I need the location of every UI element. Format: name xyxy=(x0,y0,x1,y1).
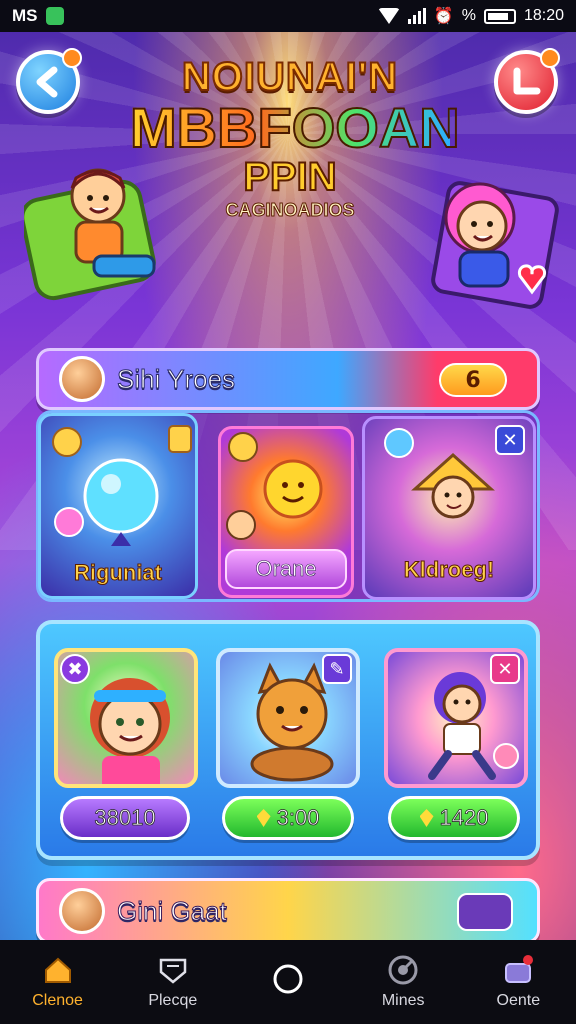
price-value: 38010 xyxy=(94,805,156,831)
cards-icon[interactable] xyxy=(457,893,513,931)
nav-item-mines[interactable]: Mines xyxy=(353,954,453,1010)
close-icon xyxy=(513,67,541,95)
nav-label: Plecqe xyxy=(148,992,198,1009)
section-title: Gini Gaat xyxy=(117,895,228,926)
tile-label: Kldroeg! xyxy=(403,557,495,583)
back-button[interactable] xyxy=(16,48,82,114)
section-title: Sihi Yroes xyxy=(116,363,236,394)
section-header-games[interactable]: Gini Gaat xyxy=(36,878,540,944)
nav-label: Clenoe xyxy=(32,992,83,1009)
status-bar: MS ⏰ % 18:20 xyxy=(0,0,576,32)
home-icon xyxy=(44,957,71,983)
gem-icon xyxy=(256,809,271,827)
gift-icon xyxy=(505,955,534,983)
nav-item-shield[interactable]: Plecqe xyxy=(123,954,223,1010)
logo-line-2: MBBFOOAN xyxy=(129,96,461,159)
featured-tile-3[interactable]: ✕ Kldroeg! xyxy=(362,416,536,600)
target-icon xyxy=(388,955,418,985)
featured-tile-1[interactable]: Riguniat xyxy=(38,413,198,599)
back-arrow-icon xyxy=(36,66,58,98)
game-logo: NOIUNAI'N MBBFOOAN PPIN CAGINOADIOS xyxy=(129,54,461,221)
notification-dot xyxy=(62,48,82,68)
tile-label: Riguniat xyxy=(74,560,163,586)
count-value: 6 xyxy=(465,367,481,393)
nav-item-center[interactable] xyxy=(238,963,338,1001)
battery-icon xyxy=(483,8,516,24)
close-button[interactable] xyxy=(494,48,560,114)
edit-icon[interactable]: ✎ xyxy=(322,654,352,684)
favorite-icon[interactable]: ✖ xyxy=(60,654,90,684)
boy-character-icon xyxy=(24,168,156,301)
featured-tile-2[interactable]: Orane xyxy=(218,426,354,598)
game-card-2[interactable]: ✎ xyxy=(216,648,360,788)
gem-icon xyxy=(419,809,434,827)
notification-dot xyxy=(540,48,560,68)
logo-line-4: CAGINOADIOS xyxy=(225,200,355,221)
nav-label: Oente xyxy=(496,992,541,1009)
nav-item-gift[interactable]: Oente xyxy=(468,954,568,1010)
price-value: 1420 xyxy=(439,805,489,831)
close-tile-icon[interactable]: ✕ xyxy=(495,425,525,455)
notification-app-icon xyxy=(45,7,64,25)
price-button-3[interactable]: 1420 xyxy=(388,796,520,840)
clock: 18:20 xyxy=(523,7,564,24)
tile-label: Orane xyxy=(255,556,317,582)
wifi-icon xyxy=(377,8,400,24)
nav-label: Mines xyxy=(381,992,425,1009)
avatar xyxy=(59,356,105,402)
logo-line-1: NOIUNAI'N xyxy=(181,54,399,100)
logo-line-3: PPIN xyxy=(242,155,337,199)
shield-icon xyxy=(159,958,187,984)
price-value: 3:00 xyxy=(276,805,320,831)
circle-home-icon xyxy=(273,964,303,994)
carrier-label: MS xyxy=(12,6,38,25)
girl-character-icon xyxy=(431,181,559,309)
alarm-icon: ⏰ xyxy=(433,8,454,25)
battery-percent: % xyxy=(461,7,476,24)
signal-icon xyxy=(407,8,426,24)
price-button-2[interactable]: 3:00 xyxy=(222,796,354,840)
avatar xyxy=(59,888,105,934)
game-card-3[interactable]: ✕ xyxy=(384,648,528,788)
price-button-1[interactable]: 38010 xyxy=(60,796,190,840)
section-header-heroes[interactable]: Sihi Yroes 6 xyxy=(36,348,540,410)
close-card-icon[interactable]: ✕ xyxy=(490,654,520,684)
bottom-nav: Clenoe Plecqe Mines Oente xyxy=(0,940,576,1024)
nav-item-home[interactable]: Clenoe xyxy=(8,954,108,1010)
section-count-badge[interactable]: 6 xyxy=(439,363,507,397)
game-card-1[interactable]: ✖ xyxy=(54,648,198,788)
tile-label-pill: Orane xyxy=(225,549,347,589)
